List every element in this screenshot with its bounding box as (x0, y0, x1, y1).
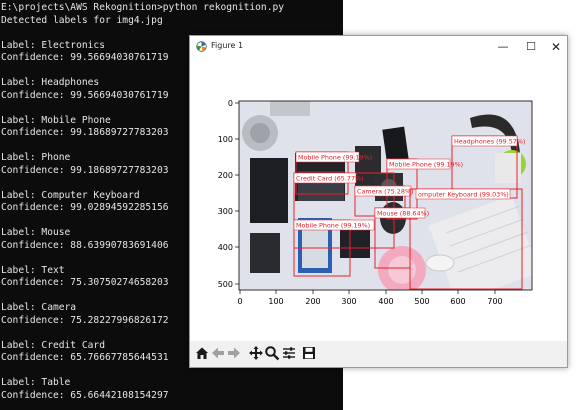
back-arrow-icon[interactable] (210, 345, 226, 361)
x-tick-label: 300 (341, 297, 356, 306)
photo-image (239, 101, 532, 290)
detection-label: Mobile Phone (99.19%) (389, 161, 463, 169)
matplotlib-logo-icon (196, 41, 207, 52)
console-line: Confidence: 65.66442108154297 (1, 389, 169, 401)
detection-label: Credit Card (65.77%) (296, 175, 364, 183)
y-axis: 0 100 200 300 400 500 (218, 99, 239, 289)
minimize-button[interactable]: — (492, 39, 514, 55)
plot-canvas[interactable]: 0 100 200 300 400 500 0 100 200 300 400 … (190, 58, 567, 340)
x-tick-label: 700 (487, 297, 502, 306)
console-line: E:\projects\AWS Rekognition>python rekog… (1, 2, 285, 13)
navigation-toolbar (190, 341, 567, 367)
detection-label: Mobile Phone (99.19%) (298, 154, 372, 162)
x-tick-label: 500 (414, 297, 429, 306)
home-icon[interactable] (194, 345, 210, 361)
console-line: Label: Table (1, 377, 71, 388)
detection-label: Camera (75.28%) (357, 188, 413, 196)
save-icon[interactable] (301, 345, 317, 361)
detection-label: Mouse (88.64%) (377, 210, 429, 218)
x-tick-label: 200 (305, 297, 320, 306)
y-tick-label: 300 (218, 207, 233, 216)
console-line: Detected labels for img4.jpg (1, 14, 163, 26)
x-tick-label: 0 (237, 297, 242, 306)
detection-label: omputer Keyboard (99.03%) (418, 191, 509, 199)
y-tick-label: 500 (218, 280, 233, 289)
window-title: Figure 1 (211, 41, 244, 50)
x-tick-label: 100 (268, 297, 283, 306)
configure-subplots-icon[interactable] (281, 345, 297, 361)
y-tick-label: 0 (228, 99, 233, 108)
x-axis: 0 100 200 300 400 500 600 700 (237, 290, 503, 306)
y-tick-label: 100 (218, 135, 233, 144)
close-button[interactable]: ✕ (545, 39, 567, 55)
forward-arrow-icon[interactable] (226, 345, 242, 361)
y-tick-label: 200 (218, 171, 233, 180)
x-tick-label: 400 (378, 297, 393, 306)
y-tick-label: 400 (218, 243, 233, 252)
detection-label: Mobile Phone (99.19%) (296, 222, 370, 230)
maximize-button[interactable]: ☐ (520, 39, 542, 55)
title-bar[interactable]: Figure 1 — ☐ ✕ (190, 36, 567, 58)
pan-icon[interactable] (248, 345, 264, 361)
detection-label: Headphones (99.57%) (454, 138, 525, 146)
figure-window[interactable]: Figure 1 — ☐ ✕ 0 100 200 300 400 500 0 1… (189, 35, 568, 368)
x-tick-label: 600 (450, 297, 465, 306)
zoom-icon[interactable] (264, 345, 280, 361)
